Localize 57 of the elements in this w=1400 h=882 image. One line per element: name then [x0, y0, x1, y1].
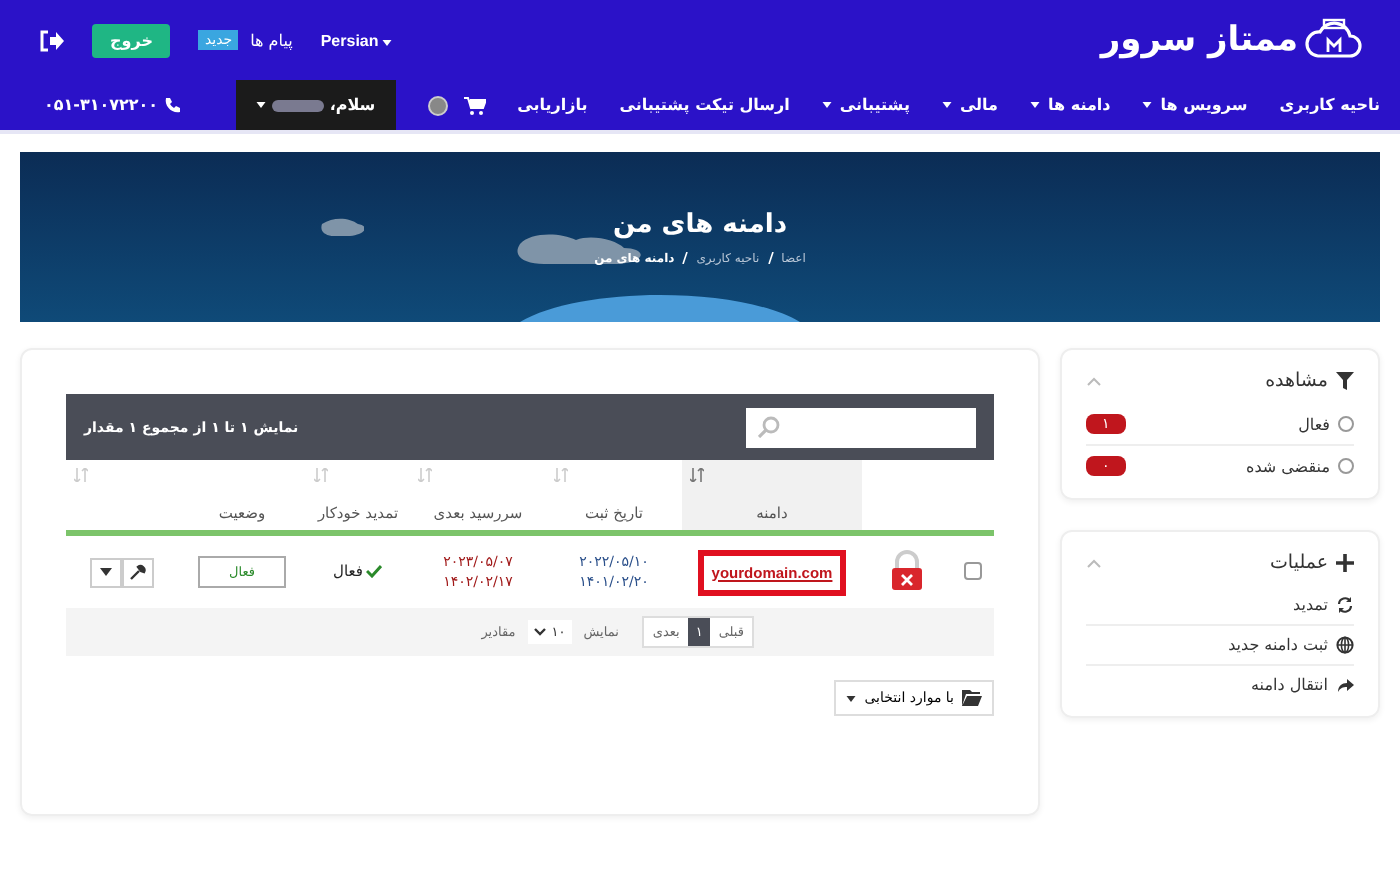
breadcrumb-separator-icon — [767, 252, 774, 264]
nav-item[interactable]: مالی — [941, 96, 999, 114]
caret-icon — [821, 102, 832, 109]
logo[interactable]: ممتاز سرور — [1100, 16, 1364, 64]
cart-count-badge — [427, 95, 448, 115]
logout-icon[interactable] — [40, 29, 64, 51]
panel-title: مشاهده — [1265, 370, 1328, 392]
breadcrumb-separator-icon — [682, 252, 689, 264]
page-title: دامنه های من — [613, 209, 787, 239]
cloud-server-icon — [1304, 16, 1364, 64]
language-selector[interactable]: Persian — [320, 31, 393, 49]
nav-item[interactable]: دامنه ها — [1030, 96, 1111, 114]
sort-icon — [74, 468, 88, 482]
chevron-up-icon[interactable] — [1086, 558, 1102, 568]
caret-icon — [941, 102, 952, 109]
cart-icon[interactable] — [463, 95, 486, 115]
caret-icon — [1142, 102, 1153, 109]
caret-icon — [100, 568, 112, 576]
wrench-icon — [130, 564, 146, 580]
nav-item[interactable]: سرویس ها — [1142, 96, 1248, 114]
radio-button[interactable] — [1338, 416, 1354, 432]
caret-icon — [1030, 102, 1041, 109]
panel-title: عملیات — [1269, 552, 1328, 574]
radio-button[interactable] — [1338, 458, 1354, 474]
share-arrow-icon — [1336, 676, 1354, 694]
nav-item[interactable]: پشتیبانی — [821, 96, 910, 114]
nav-item[interactable]: بازاریابی — [517, 96, 588, 114]
caret-icon — [255, 102, 266, 108]
sort-icon — [554, 468, 568, 482]
nav-item[interactable]: ارسال تیکت پشتیبانی — [619, 96, 790, 114]
row-checkbox[interactable] — [963, 561, 981, 579]
sort-icon — [690, 468, 704, 482]
messages-link[interactable]: پیام ها — [250, 31, 293, 49]
check-icon — [366, 564, 383, 578]
caret-icon — [382, 39, 393, 45]
cloud-drawing — [320, 218, 364, 236]
dropdown-button[interactable] — [90, 557, 122, 587]
action-link[interactable]: انتقال دامنه — [1086, 666, 1354, 704]
filter-icon — [1336, 372, 1354, 390]
chevron-up-icon[interactable] — [1086, 376, 1102, 386]
sort-icon — [418, 468, 432, 482]
plus-icon — [1336, 554, 1354, 572]
caret-icon — [846, 695, 857, 701]
chevron-down-icon — [533, 628, 546, 636]
folder-icon — [962, 690, 982, 706]
globe-icon — [1336, 636, 1354, 654]
nav-item[interactable]: ناحیه کاربری — [1279, 96, 1380, 114]
action-link[interactable]: ثبت دامنه جدید — [1086, 626, 1354, 666]
sort-icon — [314, 468, 328, 482]
phone-number: ۰۵۱-۳۱۰۷۲۲۰۰ — [44, 96, 159, 114]
phone-icon — [164, 96, 183, 114]
manage-button[interactable] — [122, 557, 154, 587]
search-icon — [758, 416, 780, 438]
action-link[interactable]: تمدید — [1086, 586, 1354, 626]
user-menu[interactable]: سلام، — [235, 80, 396, 130]
refresh-icon — [1336, 596, 1354, 614]
search-field[interactable] — [746, 407, 976, 447]
